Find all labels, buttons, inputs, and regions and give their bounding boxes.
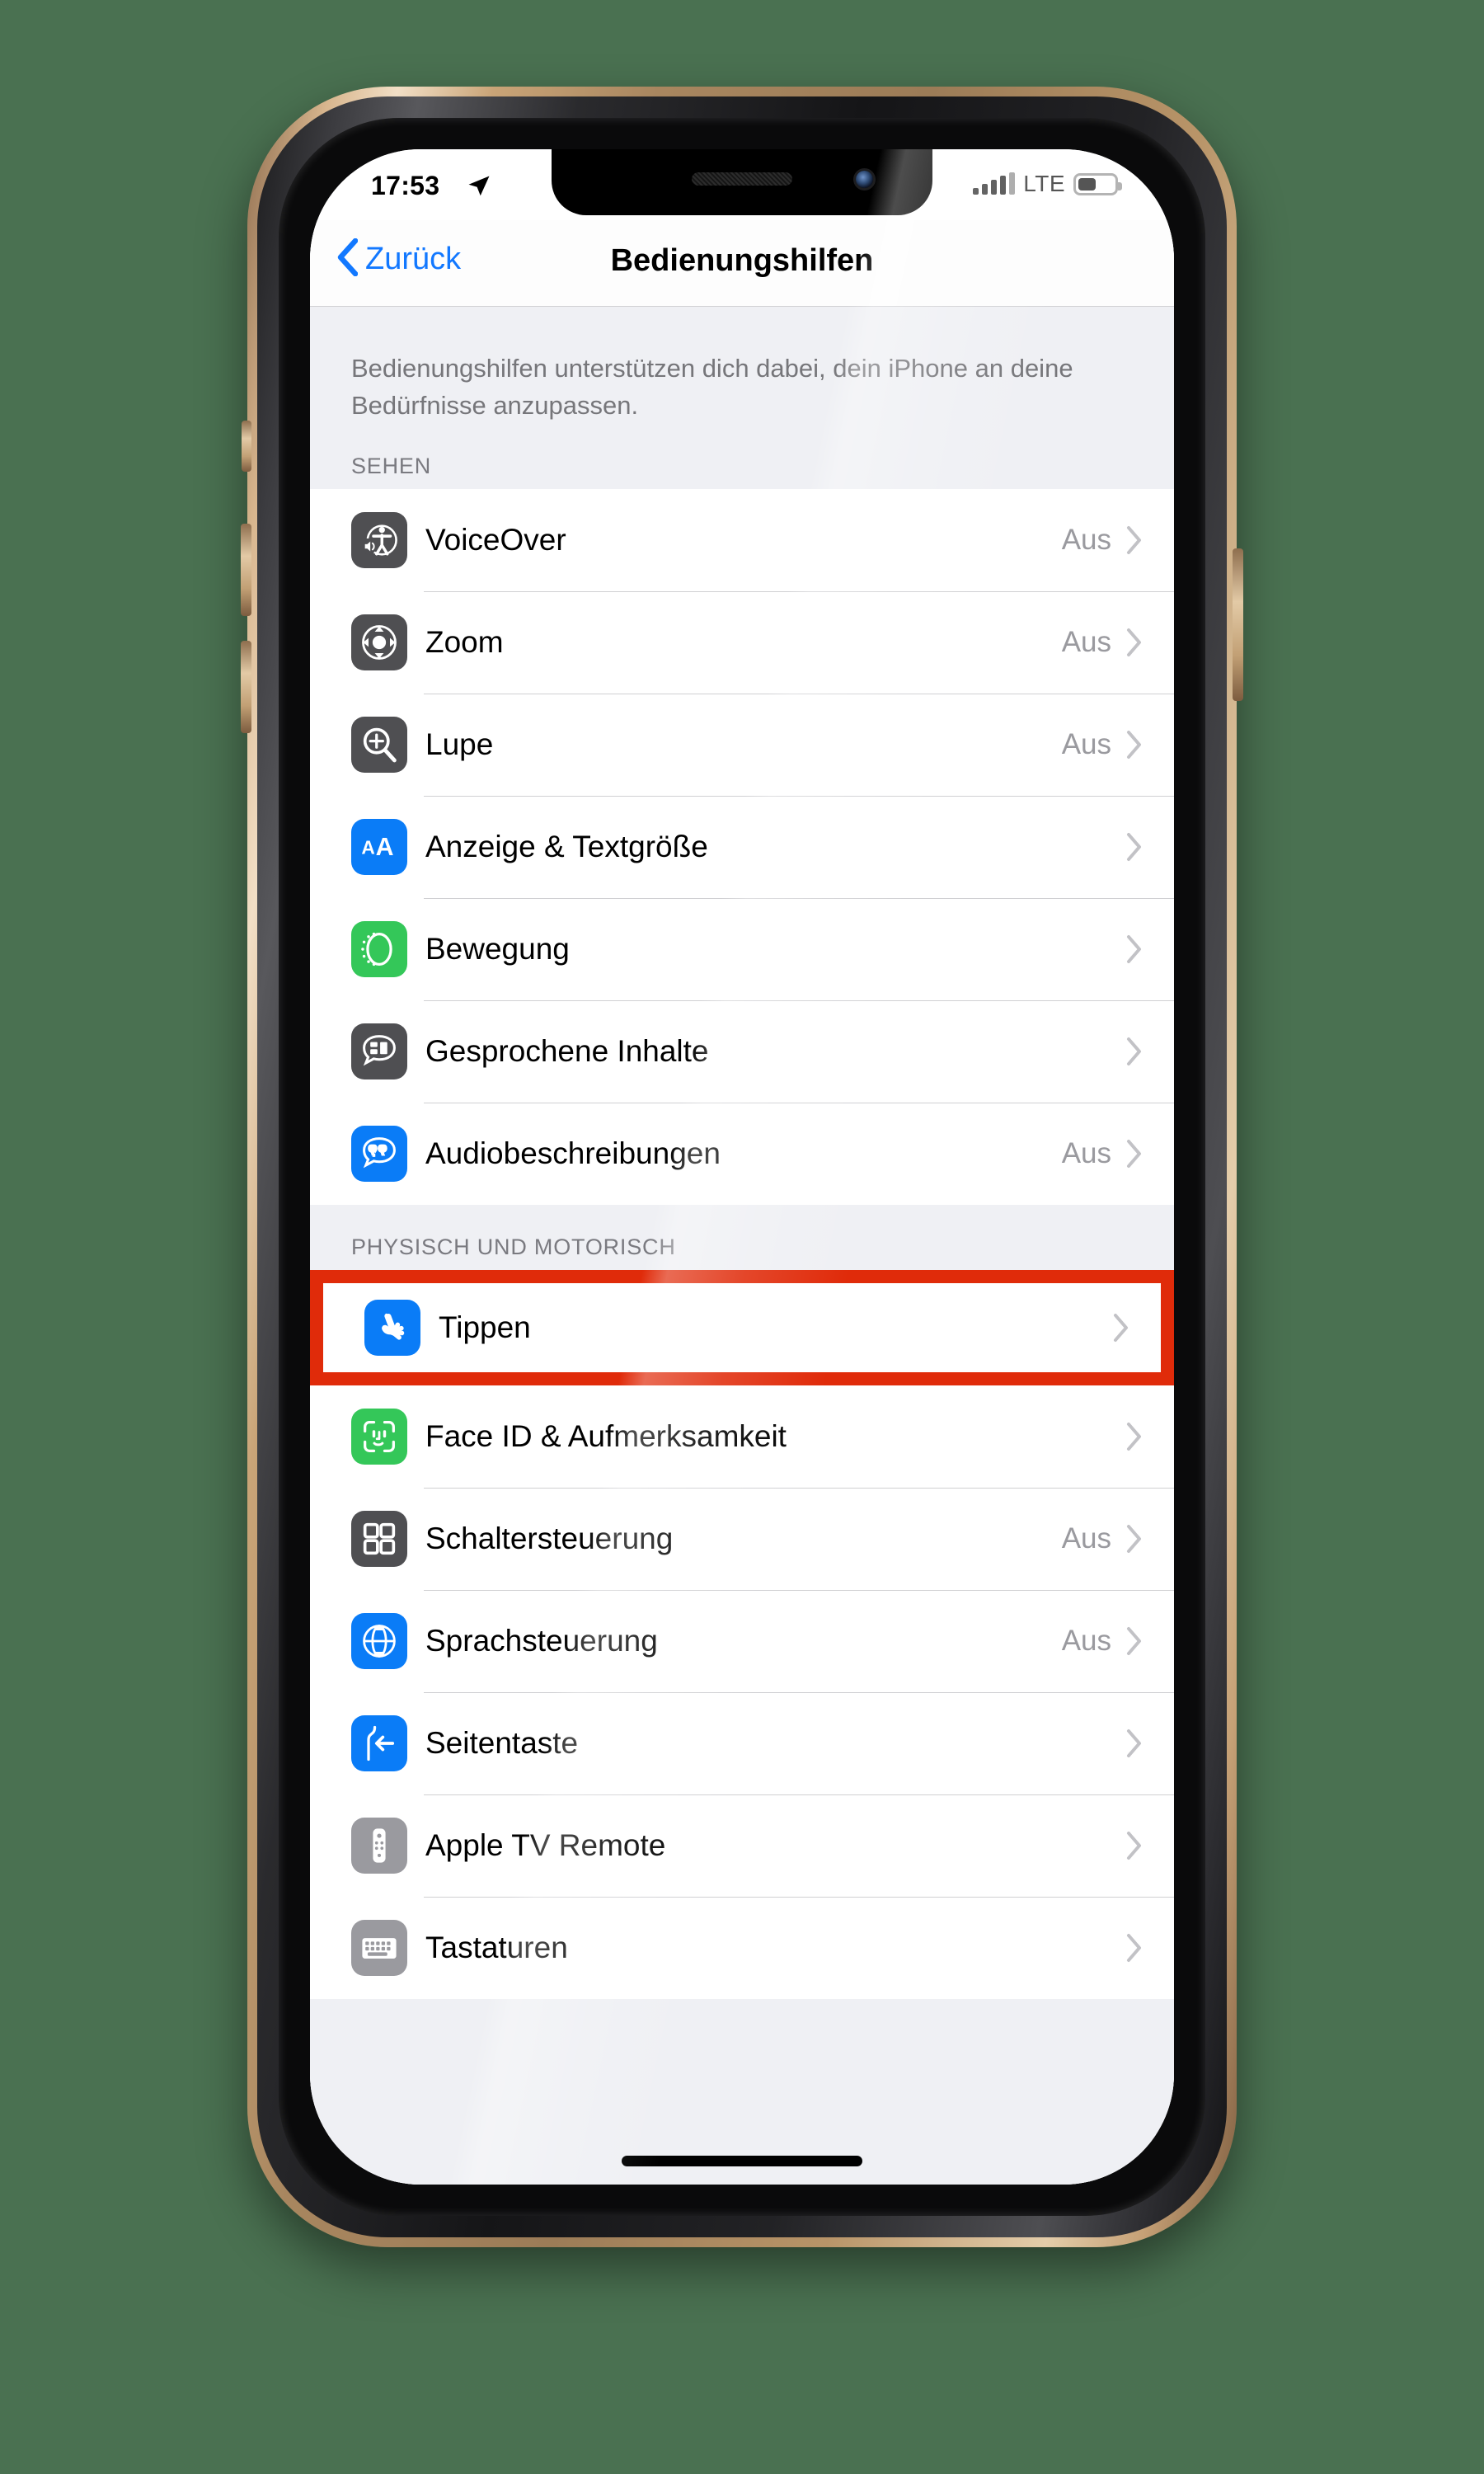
volume-down-button[interactable] bbox=[241, 641, 251, 733]
motion-icon bbox=[351, 921, 407, 977]
row-label: Schaltersteuerung bbox=[425, 1522, 674, 1555]
table-group: Face ID & Aufmerksamkeit Schaltersteueru… bbox=[310, 1385, 1174, 1999]
magnifier-icon bbox=[351, 717, 407, 773]
chevron-right-icon bbox=[1126, 1626, 1143, 1656]
settings-list[interactable]: Bedienungshilfen unterstützen dich dabei… bbox=[310, 307, 1174, 2185]
highlight-annotation: Tippen bbox=[310, 1270, 1174, 1385]
phone-inner-ring: 17:53 LTE Zurück Bedienungshilfen Bedien… bbox=[279, 118, 1205, 2216]
settings-row-gesprochene-inhalte[interactable]: Gesprochene Inhalte bbox=[310, 1000, 1174, 1103]
front-camera-icon bbox=[856, 171, 873, 188]
svg-text:A: A bbox=[376, 834, 394, 861]
settings-row-tippen[interactable]: Tippen bbox=[323, 1283, 1161, 1372]
home-indicator[interactable] bbox=[622, 2156, 862, 2166]
navigation-bar: Zurück Bedienungshilfen bbox=[310, 220, 1174, 307]
chevron-right-icon bbox=[1126, 832, 1143, 862]
settings-row-zoom[interactable]: Zoom Aus bbox=[310, 591, 1174, 694]
volume-up-button[interactable] bbox=[241, 524, 251, 616]
settings-row-tastaturen[interactable]: Tastaturen bbox=[310, 1897, 1174, 1999]
row-value: Aus bbox=[1061, 1522, 1111, 1554]
phone-frame: 17:53 LTE Zurück Bedienungshilfen Bedien… bbox=[241, 87, 1243, 2247]
row-value: Aus bbox=[1061, 728, 1111, 760]
settings-row-audiobeschreibungen[interactable]: Audiobeschreibungen Aus bbox=[310, 1103, 1174, 1205]
voiceover-icon bbox=[351, 512, 407, 568]
settings-row-voiceover[interactable]: VoiceOver Aus bbox=[310, 489, 1174, 591]
chevron-right-icon bbox=[1126, 730, 1143, 760]
battery-icon bbox=[1073, 172, 1122, 195]
chevron-right-icon bbox=[1126, 1037, 1143, 1066]
settings-row-bewegung[interactable]: Bewegung bbox=[310, 898, 1174, 1000]
page-title: Bedienungshilfen bbox=[610, 243, 874, 278]
row-label: Tastaturen bbox=[425, 1931, 568, 1964]
row-value: Aus bbox=[1061, 524, 1111, 556]
chevron-right-icon bbox=[1126, 934, 1143, 964]
side-button-icon bbox=[351, 1715, 407, 1771]
row-label: Seitentaste bbox=[425, 1726, 579, 1760]
speaker-grille-icon bbox=[692, 172, 792, 186]
face-id-icon bbox=[351, 1409, 407, 1465]
row-label: VoiceOver bbox=[425, 523, 566, 557]
audio-descriptions-icon bbox=[351, 1126, 407, 1182]
chevron-right-icon bbox=[1126, 1933, 1143, 1963]
settings-row-face-id-aufmerksamkeit[interactable]: Face ID & Aufmerksamkeit bbox=[310, 1385, 1174, 1488]
row-label: Audiobeschreibungen bbox=[425, 1136, 721, 1170]
chevron-right-icon bbox=[1113, 1313, 1129, 1343]
chevron-right-icon bbox=[1126, 1422, 1143, 1451]
settings-row-seitentaste[interactable]: Seitentaste bbox=[310, 1692, 1174, 1794]
chevron-right-icon bbox=[1126, 1831, 1143, 1860]
row-label: Apple TV Remote bbox=[425, 1828, 666, 1862]
intro-description: Bedienungshilfen unterstützen dich dabei… bbox=[351, 354, 1073, 420]
row-label: Face ID & Aufmerksamkeit bbox=[425, 1419, 787, 1453]
phone-screen: 17:53 LTE Zurück Bedienungshilfen Bedien… bbox=[310, 149, 1174, 2185]
phone-bezel: 17:53 LTE Zurück Bedienungshilfen Bedien… bbox=[257, 96, 1227, 2237]
side-power-button[interactable] bbox=[1233, 548, 1243, 701]
chevron-right-icon bbox=[1126, 1729, 1143, 1758]
carrier-label: LTE bbox=[1023, 171, 1065, 196]
row-label: Sprachsteuerung bbox=[425, 1624, 658, 1658]
notch bbox=[552, 149, 932, 215]
chevron-right-icon bbox=[1126, 628, 1143, 657]
row-value: Aus bbox=[1061, 1625, 1111, 1657]
mute-switch[interactable] bbox=[242, 421, 251, 472]
keyboards-icon bbox=[351, 1920, 407, 1976]
sections-host: SEHEN VoiceOver Aus Zoom Aus Lupe Aus A bbox=[310, 424, 1174, 1999]
row-value: Aus bbox=[1061, 626, 1111, 658]
zoom-icon bbox=[351, 614, 407, 670]
cellular-signal-icon bbox=[973, 172, 1016, 195]
apple-tv-remote-icon bbox=[351, 1818, 407, 1874]
display-text-size-icon: A A bbox=[351, 819, 407, 875]
settings-row-lupe[interactable]: Lupe Aus bbox=[310, 694, 1174, 796]
settings-row-schaltersteuerung[interactable]: Schaltersteuerung Aus bbox=[310, 1488, 1174, 1590]
row-value: Aus bbox=[1061, 1137, 1111, 1169]
battery-fill bbox=[1078, 177, 1097, 190]
location-arrow-icon bbox=[467, 174, 491, 203]
screen-content: 17:53 LTE Zurück Bedienungshilfen Bedien… bbox=[310, 149, 1174, 2185]
row-label: Gesprochene Inhalte bbox=[425, 1034, 709, 1068]
status-time: 17:53 bbox=[371, 171, 440, 200]
row-label: Anzeige & Textgröße bbox=[425, 830, 708, 863]
switch-control-icon bbox=[351, 1511, 407, 1567]
chevron-right-icon bbox=[1126, 525, 1143, 555]
status-indicators: LTE bbox=[973, 171, 1122, 197]
spoken-content-icon bbox=[351, 1023, 407, 1079]
svg-text:A: A bbox=[361, 837, 374, 858]
table-group: VoiceOver Aus Zoom Aus Lupe Aus A A Anzeige… bbox=[310, 489, 1174, 1205]
settings-row-apple-tv-remote[interactable]: Apple TV Remote bbox=[310, 1794, 1174, 1897]
settings-row-anzeige-textgr-e[interactable]: A A Anzeige & Textgröße bbox=[310, 796, 1174, 898]
settings-row-sprachsteuerung[interactable]: Sprachsteuerung Aus bbox=[310, 1590, 1174, 1692]
voice-control-icon bbox=[351, 1613, 407, 1669]
chevron-right-icon bbox=[1126, 1524, 1143, 1554]
section-header: SEHEN bbox=[351, 454, 432, 478]
row-label: Zoom bbox=[425, 625, 504, 659]
row-label: Tippen bbox=[439, 1310, 531, 1344]
touch-hand-icon bbox=[364, 1300, 420, 1356]
section-header: PHYSISCH UND MOTORISCH bbox=[351, 1235, 676, 1259]
chevron-right-icon bbox=[1126, 1139, 1143, 1169]
row-label: Lupe bbox=[425, 727, 494, 761]
row-label: Bewegung bbox=[425, 932, 570, 966]
